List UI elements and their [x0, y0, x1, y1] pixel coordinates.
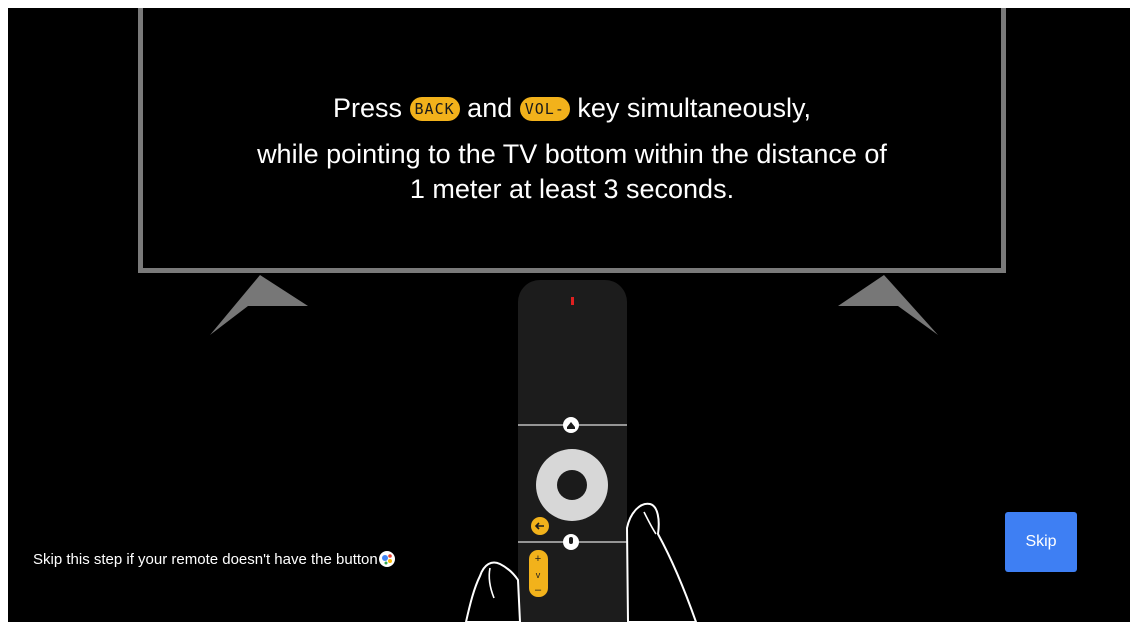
- skip-button[interactable]: Skip: [1005, 512, 1077, 572]
- volume-minus-label: –: [535, 584, 542, 596]
- google-assistant-icon: [378, 551, 395, 567]
- volume-plus-label: +: [535, 553, 541, 565]
- pairing-screen: Press BACK and VOL- key simultaneously, …: [8, 8, 1130, 622]
- remote-ir-led: [571, 297, 574, 305]
- back-arrow-icon: [531, 517, 549, 535]
- right-hand-illustration: [625, 502, 698, 622]
- skip-hint: Skip this step if your remote doesn't ha…: [33, 550, 395, 570]
- left-hand-illustration: [464, 561, 522, 622]
- skip-hint-text: Skip this step if your remote doesn't ha…: [33, 551, 378, 568]
- volume-v-label: v: [536, 570, 541, 580]
- dpad-center-button: [557, 470, 587, 500]
- microphone-icon: [563, 534, 579, 550]
- remote-illustration: + v –: [464, 280, 698, 622]
- home-icon: [563, 417, 579, 433]
